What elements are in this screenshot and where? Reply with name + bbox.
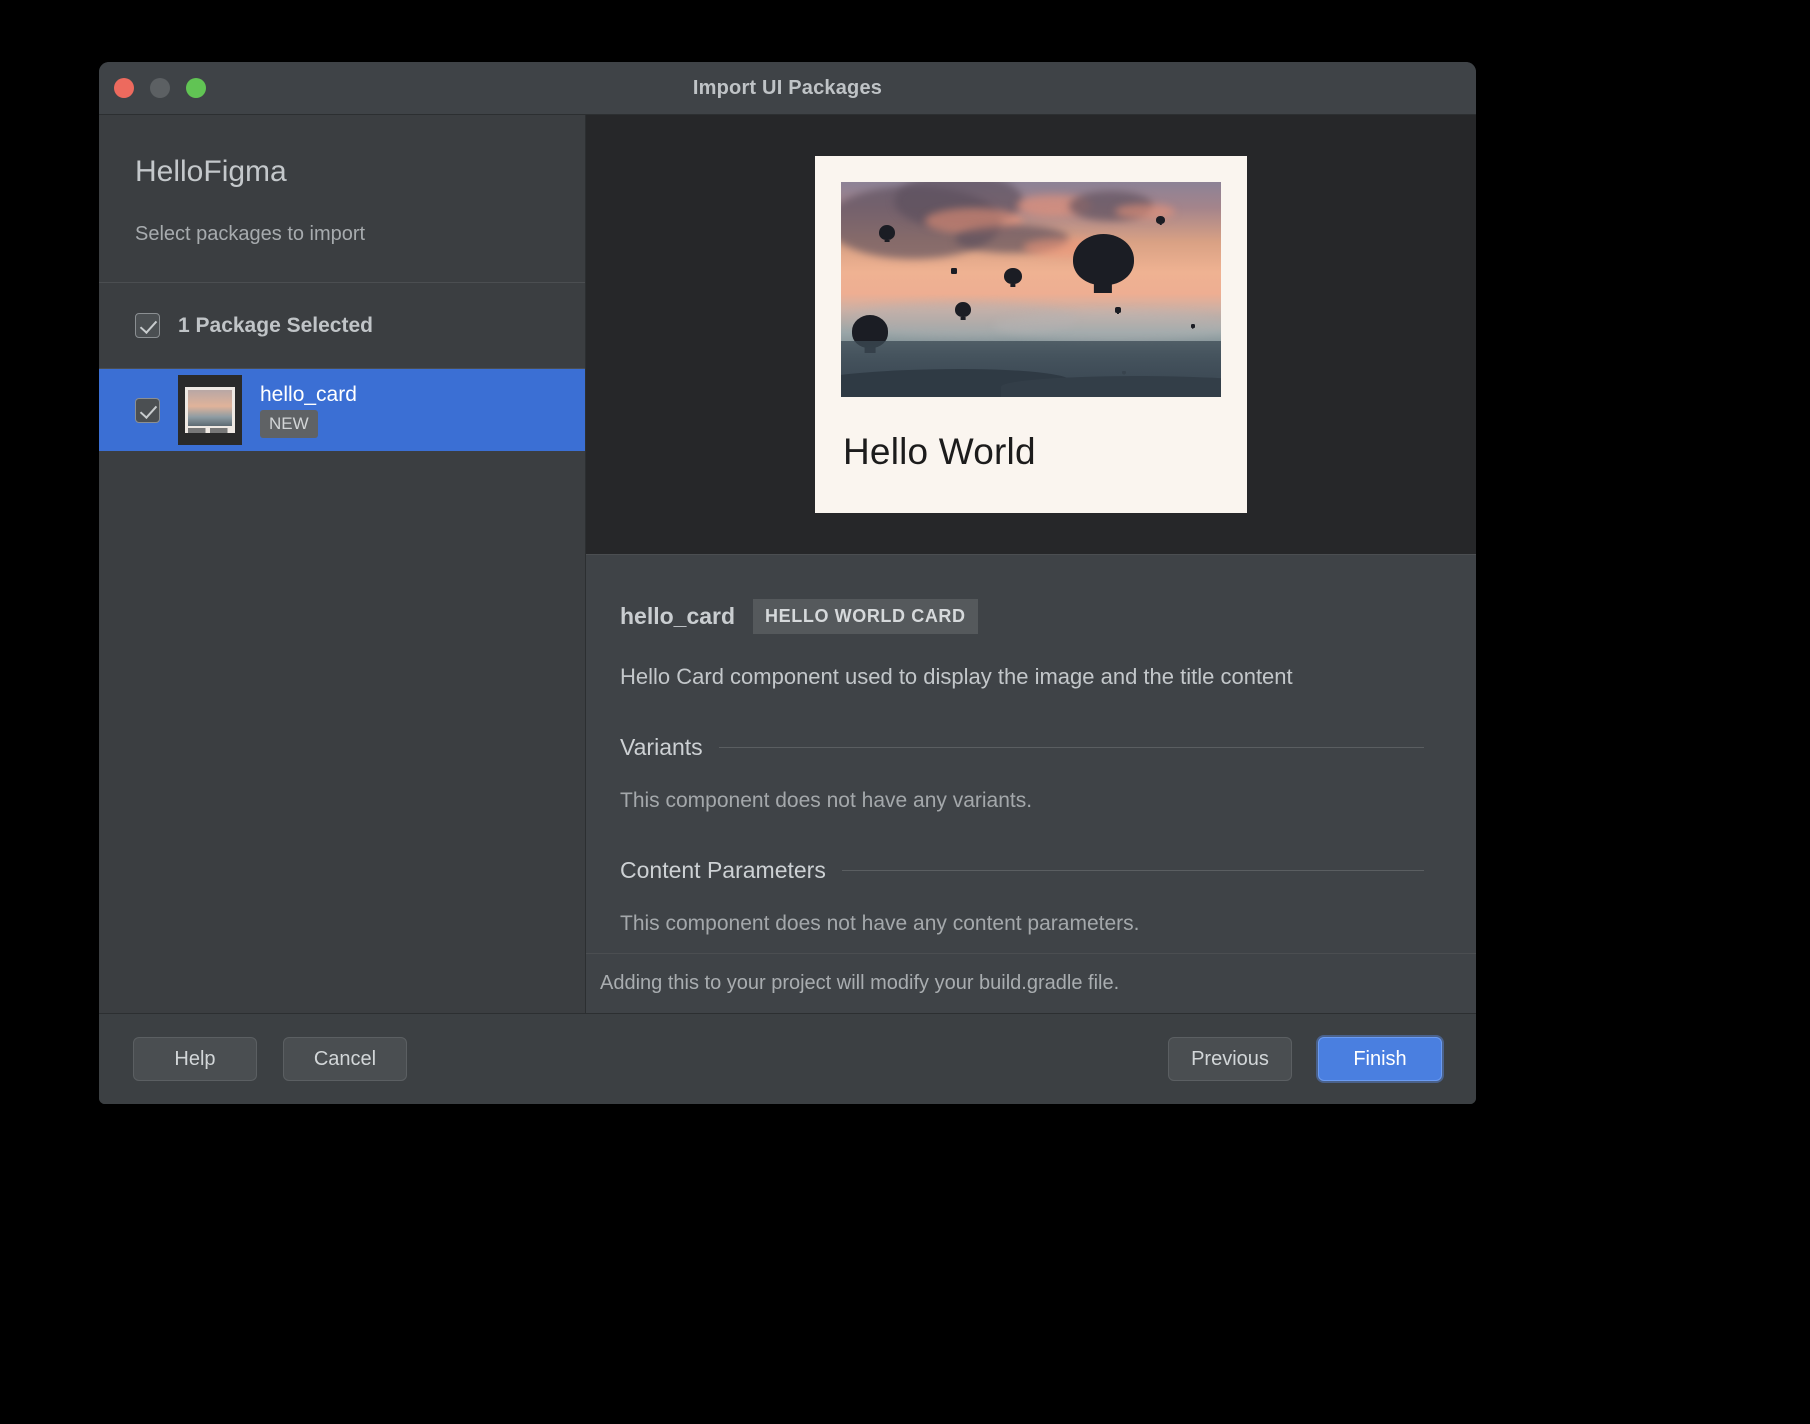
window-title: Import UI Packages (692, 76, 883, 99)
minimize-window-icon[interactable] (150, 78, 170, 98)
package-new-badge: NEW (260, 409, 318, 438)
help-button[interactable]: Help (133, 1037, 257, 1081)
detail-description: Hello Card component used to display the… (620, 664, 1293, 689)
section-title-content-parameters: Content Parameters (620, 857, 826, 883)
section-header-variants: Variants (620, 734, 1424, 761)
section-divider (718, 747, 1424, 748)
footer-left-buttons: Help Cancel (133, 1037, 407, 1081)
select-all-row[interactable]: 1 Package Selected (99, 283, 585, 369)
sidebar: HelloFigma Select packages to import 1 P… (99, 115, 586, 1013)
package-meta: hello_card NEW (260, 383, 357, 438)
sidebar-subtitle: Select packages to import (135, 223, 366, 245)
dialog-footer: Help Cancel Previous Finish (99, 1013, 1476, 1104)
note-bar: Adding this to your project will modify … (586, 953, 1476, 1013)
section-body-content-parameters: This component does not have any content… (620, 912, 1140, 935)
section-body-variants: This component does not have any variant… (620, 789, 1033, 812)
traffic-light-controls (114, 62, 206, 114)
detail-component-badge: HELLO WORLD CARD (753, 599, 978, 634)
preview-card-title: Hello World (843, 431, 1036, 472)
detail-component-name: hello_card (620, 603, 736, 629)
package-name: hello_card (260, 382, 357, 406)
package-row-hello-card[interactable]: hello_card NEW (99, 369, 585, 451)
section-header-content-parameters: Content Parameters (620, 857, 1424, 884)
right-pane: Hello World hello_card HELLO WORLD CARD … (586, 115, 1476, 1013)
cancel-button[interactable]: Cancel (283, 1037, 407, 1081)
footer-right-buttons: Previous Finish (1168, 1037, 1442, 1081)
section-title-variants: Variants (620, 734, 703, 760)
package-thumbnail-icon (178, 375, 242, 445)
close-window-icon[interactable] (114, 78, 134, 98)
finish-button[interactable]: Finish (1318, 1037, 1442, 1081)
select-all-label: 1 Package Selected (178, 313, 373, 337)
window-body: HelloFigma Select packages to import 1 P… (99, 115, 1476, 1013)
window-titlebar: Import UI Packages (99, 62, 1476, 115)
balloons-sunset-image (841, 182, 1221, 397)
section-divider (841, 870, 1424, 871)
select-all-checkbox[interactable] (135, 313, 160, 338)
package-list: hello_card NEW (99, 369, 585, 1013)
component-details: hello_card HELLO WORLD CARD Hello Card c… (586, 555, 1476, 953)
import-ui-packages-window: Import UI Packages HelloFigma Select pac… (99, 62, 1476, 1104)
project-name: HelloFigma (135, 155, 287, 188)
sidebar-header: HelloFigma Select packages to import (99, 115, 585, 283)
previous-button[interactable]: Previous (1168, 1037, 1292, 1081)
maximize-window-icon[interactable] (186, 78, 206, 98)
component-preview-area: Hello World (586, 115, 1476, 555)
gradle-note-text: Adding this to your project will modify … (600, 972, 1120, 994)
detail-header: hello_card HELLO WORLD CARD (620, 599, 1424, 634)
package-checkbox[interactable] (135, 397, 160, 423)
preview-card: Hello World (815, 156, 1247, 513)
